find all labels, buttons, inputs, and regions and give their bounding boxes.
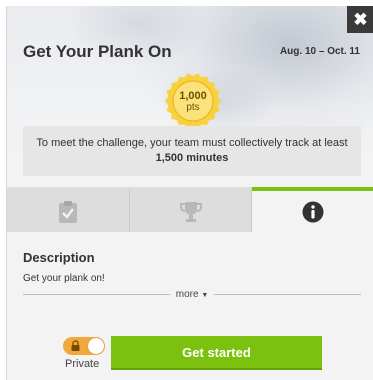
- get-started-button[interactable]: Get started: [111, 336, 322, 370]
- toggle-knob: [88, 338, 104, 354]
- close-button[interactable]: ✖: [347, 6, 373, 33]
- more-link[interactable]: more ▼: [170, 289, 215, 300]
- tab-bar: [7, 187, 373, 232]
- private-toggle[interactable]: [63, 337, 105, 355]
- trophy-icon: [179, 201, 202, 222]
- badge-points-value: 1,000: [179, 89, 207, 102]
- badge-points-label: pts: [186, 101, 200, 113]
- challenge-title: Get Your Plank On: [23, 42, 172, 61]
- lock-icon: [71, 340, 80, 351]
- tab-tasks[interactable]: [7, 187, 130, 232]
- description-heading: Description: [23, 250, 95, 265]
- tab-leaderboard[interactable]: [130, 187, 253, 232]
- private-label: Private: [65, 358, 100, 370]
- challenge-dates: Aug. 10 – Oct. 11: [279, 46, 360, 57]
- divider-line: [23, 293, 170, 295]
- clipboard-check-icon: [58, 200, 77, 223]
- info-icon: [302, 201, 324, 222]
- hero-banner: ✖ Get Your Plank On Aug. 10 – Oct. 11 1,…: [7, 6, 373, 187]
- more-label: more: [175, 288, 199, 300]
- divider-line: [214, 293, 362, 295]
- description-text: Get your plank on!: [23, 273, 105, 284]
- close-icon: ✖: [353, 9, 368, 29]
- caret-down-icon: ▼: [201, 291, 209, 299]
- goal-box: To meet the challenge, your team must co…: [23, 126, 361, 176]
- more-divider: more ▼: [23, 286, 362, 302]
- goal-target: 1,500 minutes: [155, 152, 229, 164]
- goal-text: To meet the challenge, your team must co…: [36, 137, 348, 149]
- challenge-card: ✖ Get Your Plank On Aug. 10 – Oct. 11 1,…: [6, 6, 373, 380]
- points-badge: 1,000 pts: [164, 72, 222, 130]
- tab-info[interactable]: [252, 187, 373, 232]
